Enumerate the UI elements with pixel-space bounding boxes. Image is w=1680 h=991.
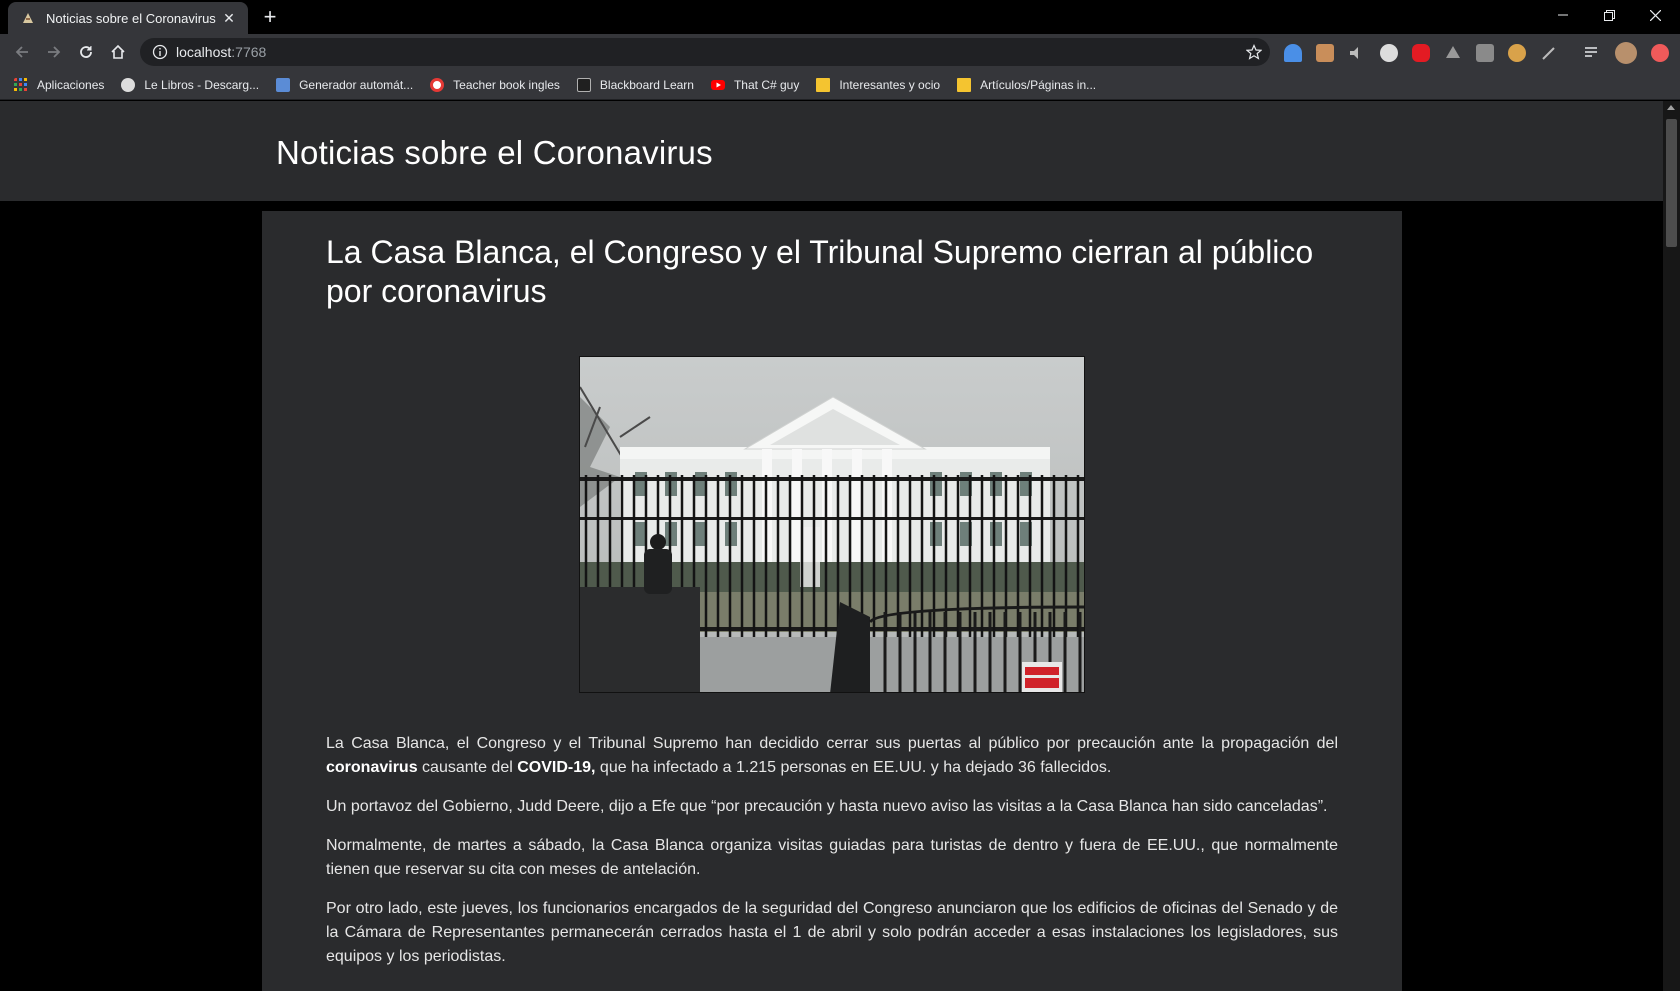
extension-chat-icon[interactable] xyxy=(1380,44,1398,62)
extension-shield-icon[interactable] xyxy=(1284,44,1302,62)
bookmark-folder-interesantes[interactable]: Interesantes y ocio xyxy=(816,77,941,92)
close-window-icon[interactable] xyxy=(1632,0,1678,30)
bookmark-label: Blackboard Learn xyxy=(599,77,694,92)
extension-speaker-icon[interactable] xyxy=(1348,44,1366,62)
profile-avatar[interactable] xyxy=(1615,42,1637,64)
bookmark-blackboard[interactable]: Blackboard Learn xyxy=(576,77,694,92)
extension-globe-icon[interactable] xyxy=(1508,44,1526,62)
scrollbar-thumb[interactable] xyxy=(1666,119,1677,247)
youtube-icon xyxy=(710,79,725,90)
menu-update-icon[interactable] xyxy=(1651,44,1669,62)
keyword-covid19: COVID-19, xyxy=(517,759,596,776)
page-scrollbar[interactable] xyxy=(1663,101,1680,991)
bookmark-star-icon[interactable] xyxy=(1246,44,1262,60)
page-viewport: Noticias sobre el Coronavirus La Casa Bl… xyxy=(0,101,1663,991)
article-paragraph: La Casa Blanca, el Congreso y el Tribuna… xyxy=(326,732,1338,780)
news-article: La Casa Blanca, el Congreso y el Tribuna… xyxy=(262,211,1402,991)
tab-favicon-icon xyxy=(20,10,36,26)
address-bar[interactable]: localhost:7768 xyxy=(140,38,1270,66)
back-icon[interactable] xyxy=(8,38,36,66)
url-port: :7768 xyxy=(231,44,267,60)
tab-title: Noticias sobre el Coronavirus xyxy=(46,10,216,26)
extension-adblock-icon[interactable] xyxy=(1412,44,1430,62)
globe-icon xyxy=(121,77,136,92)
url-host: localhost xyxy=(176,44,232,60)
document-icon xyxy=(276,77,291,92)
bookmark-folder-articulos[interactable]: Artículos/Páginas in... xyxy=(957,77,1097,92)
browser-tab[interactable]: Noticias sobre el Coronavirus ✕ xyxy=(8,2,248,34)
folder-icon xyxy=(816,77,831,92)
bookmark-label: Aplicaciones xyxy=(37,77,105,92)
forward-icon[interactable] xyxy=(40,38,68,66)
white-house-photo xyxy=(579,356,1085,693)
reload-icon[interactable] xyxy=(72,38,100,66)
target-icon xyxy=(430,77,445,92)
paragraph-text: La Casa Blanca, el Congreso y el Tribuna… xyxy=(326,735,1338,752)
bookmark-label: Generador automát... xyxy=(299,77,414,92)
bookmark-label: That C# guy xyxy=(733,77,800,92)
blackboard-icon xyxy=(576,77,591,92)
bookmarks-bar: Aplicaciones Le Libros - Descarg... Gene… xyxy=(0,70,1680,100)
article-body: La Casa Blanca, el Congreso y el Tribuna… xyxy=(326,732,1338,984)
browser-toolbar: localhost:7768 xyxy=(0,34,1680,70)
extension-drive-icon[interactable] xyxy=(1444,44,1462,62)
article-paragraph: Por otro lado, este jueves, los funciona… xyxy=(326,900,1338,965)
article-headline: La Casa Blanca, el Congreso y el Tribuna… xyxy=(326,234,1314,309)
bookmark-that-csharp-guy[interactable]: That C# guy xyxy=(710,77,800,92)
close-tab-icon[interactable]: ✕ xyxy=(220,9,238,27)
bookmark-generador[interactable]: Generador automát... xyxy=(276,77,414,92)
folder-icon xyxy=(957,77,972,92)
paragraph-text: que ha infectado a 1.215 personas en EE.… xyxy=(595,759,1112,776)
bookmark-label: Artículos/Páginas in... xyxy=(980,77,1097,92)
apps-grid-icon xyxy=(14,77,27,91)
site-title: Noticias sobre el Coronavirus xyxy=(276,134,713,171)
minimize-window-icon[interactable] xyxy=(1540,0,1586,30)
extension-pen-icon[interactable] xyxy=(1540,44,1558,62)
bookmark-apps[interactable]: Aplicaciones xyxy=(14,77,105,92)
keyword-coronavirus: coronavirus xyxy=(326,759,418,776)
bookmark-label: Le Libros - Descarg... xyxy=(144,77,260,92)
bookmark-label: Teacher book ingles xyxy=(453,77,560,92)
scroll-up-arrow-icon[interactable] xyxy=(1667,105,1675,110)
restore-window-icon[interactable] xyxy=(1586,0,1632,30)
reading-list-icon[interactable] xyxy=(1583,44,1601,62)
site-info-icon[interactable] xyxy=(152,44,168,60)
extension-bag-icon[interactable] xyxy=(1316,44,1334,62)
bookmark-teacher-book[interactable]: Teacher book ingles xyxy=(430,77,560,92)
home-icon[interactable] xyxy=(104,38,132,66)
article-paragraph: Normalmente, de martes a sábado, la Casa… xyxy=(326,837,1338,878)
bookmark-le-libros[interactable]: Le Libros - Descarg... xyxy=(121,77,260,92)
tab-strip: Noticias sobre el Coronavirus ✕ + xyxy=(0,0,1680,34)
paragraph-text: causante del xyxy=(417,759,518,776)
new-tab-button[interactable]: + xyxy=(258,6,282,30)
site-header: Noticias sobre el Coronavirus xyxy=(0,101,1663,201)
bookmark-label: Interesantes y ocio xyxy=(839,77,941,92)
extension-copy-icon[interactable] xyxy=(1476,44,1494,62)
article-paragraph: Un portavoz del Gobierno, Judd Deere, di… xyxy=(326,798,1328,815)
